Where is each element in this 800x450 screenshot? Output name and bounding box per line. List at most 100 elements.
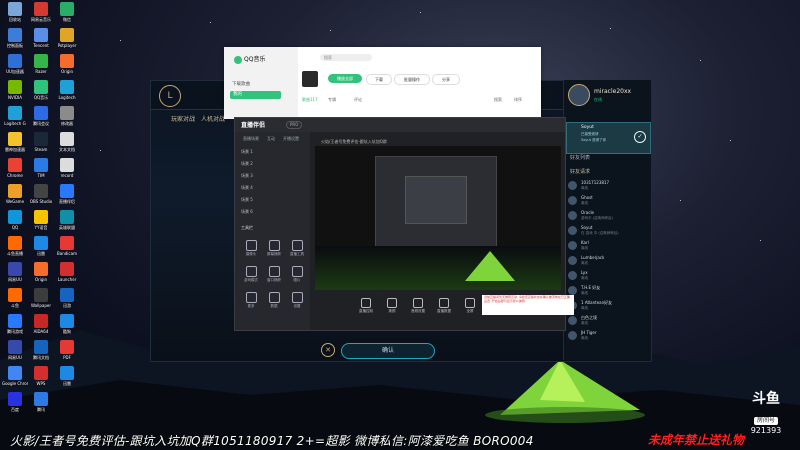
friend-row[interactable]: Soyut 在 游戏 中 (召唤师峡谷) xyxy=(568,225,648,237)
scene-item[interactable]: 场景 6 xyxy=(241,208,301,216)
tool-button[interactable]: 图片 xyxy=(287,266,307,283)
desktop-shortcut[interactable]: 百度 xyxy=(2,392,28,412)
preview-control-button[interactable]: 美颜 xyxy=(381,298,403,314)
friends-group-label[interactable]: 好友请求 xyxy=(570,168,590,175)
search-input[interactable]: 搜索 xyxy=(320,54,372,61)
tab-scene[interactable]: 直播场景 xyxy=(243,136,259,142)
preview-control-button[interactable]: 音频设置 xyxy=(407,298,429,314)
preview-control-button[interactable]: 直播数据 xyxy=(433,298,455,314)
tool-button[interactable]: 屏幕捕获 xyxy=(264,240,284,257)
download-button[interactable]: 下载 xyxy=(366,74,392,85)
scene-item[interactable]: 场景 5 xyxy=(241,196,301,204)
tab-interact[interactable]: 互动 xyxy=(267,136,275,142)
desktop-shortcut[interactable]: 英雄联盟 xyxy=(54,210,80,230)
desktop-shortcut[interactable]: Logitech xyxy=(54,80,80,100)
friend-row[interactable]: T.H.E 好友 离线 xyxy=(568,285,648,297)
tab-comments[interactable]: 评论 xyxy=(354,97,362,103)
desktop-shortcut[interactable]: Launcher xyxy=(54,262,80,282)
friend-row[interactable]: Lumberjack 离线 xyxy=(568,255,648,267)
desktop-shortcut[interactable]: Bandicam xyxy=(54,236,80,256)
desktop-shortcut[interactable]: Tencent xyxy=(28,28,54,48)
desktop-shortcut[interactable]: record xyxy=(54,158,80,178)
desktop-shortcut[interactable]: TIM xyxy=(28,158,54,178)
batch-button[interactable]: 批量操作 xyxy=(394,74,430,85)
desktop-shortcut[interactable]: 雷神加速器 xyxy=(2,132,28,152)
sidebar-item-selected[interactable]: 我的 xyxy=(230,91,281,99)
tool-button[interactable]: 摄像头 xyxy=(241,240,261,257)
scene-item[interactable]: 场景 4 xyxy=(241,184,301,192)
friend-row[interactable]: Ghost 离线 xyxy=(568,195,648,207)
desktop-shortcut[interactable]: 网易UU xyxy=(2,340,28,360)
desktop-shortcut[interactable]: 修改器 xyxy=(54,106,80,126)
tab-songs[interactable]: 歌曲117 xyxy=(302,97,318,103)
tool-button[interactable]: 游戏模式 xyxy=(241,266,261,283)
desktop-shortcut[interactable]: Chrome xyxy=(2,158,28,178)
friend-row[interactable]: Lyx 离线 xyxy=(568,270,648,282)
desktop-shortcut[interactable]: YY语音 xyxy=(28,210,54,230)
desktop-shortcut[interactable]: 腾讯文档 xyxy=(28,340,54,360)
preview-control-button[interactable]: 全屏 xyxy=(459,298,481,314)
desktop-shortcut[interactable]: NVIDIA xyxy=(2,80,28,100)
tool-button[interactable]: 数据 xyxy=(264,292,284,309)
avatar[interactable] xyxy=(568,84,590,106)
desktop-shortcut[interactable]: 斗鱼 xyxy=(2,288,28,308)
tool-button[interactable]: 更多 xyxy=(241,292,261,309)
friend-row[interactable]: Oracle 游戏中 (召唤师峡谷) xyxy=(568,210,648,222)
scene-item[interactable]: 场景 3 xyxy=(241,172,301,180)
desktop-shortcut[interactable]: WeGame xyxy=(2,184,28,204)
sidebar-item-download[interactable]: 下载歌曲 xyxy=(232,81,250,87)
friend-row[interactable]: 白色之境 离线 xyxy=(568,315,648,327)
desktop-shortcut[interactable]: Razer xyxy=(28,54,54,74)
invite-card[interactable]: Soyut 已接受邀请 Soyut 邀请了你 ✓ xyxy=(566,122,651,154)
desktop-shortcut[interactable]: QQ音乐 xyxy=(28,80,54,100)
desktop-shortcut[interactable]: UU加速器 xyxy=(2,54,28,74)
search-list-button[interactable]: 搜索 xyxy=(494,97,502,103)
tool-button[interactable]: 设置 xyxy=(287,292,307,309)
desktop-shortcut[interactable]: AIDA64 xyxy=(28,314,54,334)
nav-pve[interactable]: 人机对战 xyxy=(201,114,225,123)
friend-row[interactable]: Karl 离线 xyxy=(568,240,648,252)
scene-item[interactable]: 场景 2 xyxy=(241,160,301,168)
desktop-shortcut[interactable]: 迅雷 xyxy=(54,366,80,386)
desktop-shortcut[interactable]: Logitech G xyxy=(2,106,28,126)
share-button[interactable]: 分享 xyxy=(432,74,460,85)
desktop-shortcut[interactable]: WPS xyxy=(28,366,54,386)
scene-item[interactable]: 场景 1 xyxy=(241,148,301,156)
sort-button[interactable]: 排序 xyxy=(514,97,522,103)
desktop-shortcut[interactable]: Wallpaper xyxy=(28,288,54,308)
desktop-shortcut[interactable]: Steam xyxy=(28,132,54,152)
desktop-shortcut[interactable]: 腾讯游戏 xyxy=(2,314,28,334)
close-icon[interactable]: ✕ xyxy=(321,343,335,357)
desktop-shortcut[interactable]: 文本文档 xyxy=(54,132,80,152)
desktop-shortcut[interactable]: 迅游 xyxy=(54,288,80,308)
friend-row[interactable]: 10317123817 离线 xyxy=(568,180,648,192)
desktop-shortcut[interactable]: 控制面板 xyxy=(2,28,28,48)
desktop-shortcut[interactable]: OBS Studio xyxy=(28,184,54,204)
desktop-shortcut[interactable]: 腾讯会议 xyxy=(28,106,54,126)
nav-pvp[interactable]: 玩家对战 xyxy=(171,114,195,123)
desktop-shortcut[interactable]: 酷狗 xyxy=(54,314,80,334)
desktop-shortcut[interactable]: PDF xyxy=(54,340,80,360)
tool-button[interactable]: 窗口捕获 xyxy=(264,266,284,283)
desktop-shortcut[interactable]: Potplayer xyxy=(54,28,80,48)
game-logo-icon[interactable]: L xyxy=(159,85,181,107)
desktop-shortcut[interactable]: 微信 xyxy=(54,2,80,22)
desktop-shortcut[interactable]: 回收站 xyxy=(2,2,28,22)
desktop-shortcut[interactable]: 迅雷 xyxy=(28,236,54,256)
play-all-button[interactable]: 播放全部 xyxy=(328,74,362,83)
desktop-shortcut[interactable]: Origin xyxy=(28,262,54,282)
friend-row[interactable]: JH Tiger 离线 xyxy=(568,330,648,342)
desktop-shortcut[interactable]: 网易云音乐 xyxy=(28,2,54,22)
desktop-shortcut[interactable]: 直播伴侣 xyxy=(54,184,80,204)
friend-row[interactable]: 1 Atlantean好友 离线 xyxy=(568,300,648,312)
desktop-shortcut[interactable]: QQ xyxy=(2,210,28,230)
preview-control-button[interactable]: 直播控制 xyxy=(355,298,377,314)
confirm-button[interactable]: 确认 xyxy=(341,343,435,359)
desktop-shortcut[interactable]: Origin xyxy=(54,54,80,74)
check-icon[interactable]: ✓ xyxy=(634,131,646,143)
desktop-shortcut[interactable]: 斗鱼直播 xyxy=(2,236,28,256)
tab-settings[interactable]: 开播设置 xyxy=(283,136,299,142)
tab-albums[interactable]: 专辑 xyxy=(328,97,336,103)
desktop-shortcut[interactable]: Google Chrome xyxy=(2,366,28,386)
desktop-shortcut[interactable]: 腾讯 xyxy=(28,392,54,412)
